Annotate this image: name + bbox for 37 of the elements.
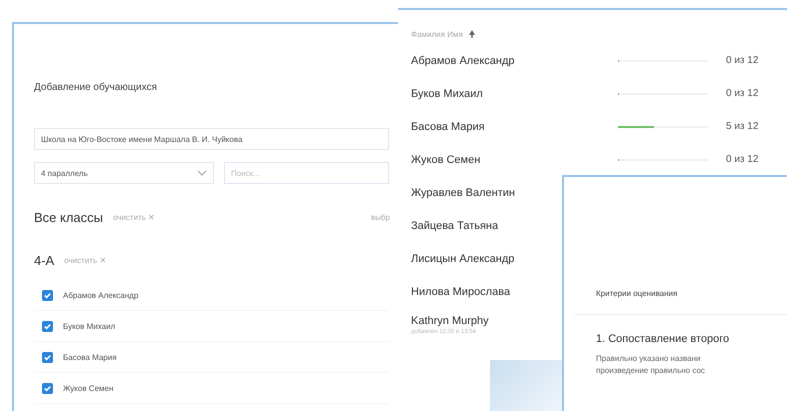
student-name: Нилова Мирослава [411, 286, 510, 298]
student-name: Жуков Семен [63, 384, 114, 392]
student-name: Жуков Семен [411, 154, 480, 166]
student-name: Лисицын Александр [411, 252, 514, 264]
clear-link[interactable]: очистить ✕ [113, 213, 156, 222]
student-name: Басова Мария [63, 352, 117, 362]
student-name: Kathryn Murphy [411, 314, 489, 326]
sort-header[interactable]: Фамилия Имя [411, 30, 463, 38]
checkbox[interactable] [42, 382, 53, 394]
checkbox[interactable] [42, 290, 53, 300]
select-label: выбр [370, 213, 390, 222]
progress-reading: 0 из 12 [726, 154, 758, 165]
progress-reading: 5 из 12 [726, 121, 758, 132]
student-name: Абрамов Александр [411, 54, 514, 66]
chevron-down-icon [197, 170, 207, 176]
student-name: Журавлев Валентин [411, 186, 515, 198]
school-field[interactable]: Школа на Юго-Востоке имени Маршала В. И. Чуйкова [34, 128, 389, 150]
clear-link[interactable]: очистить ✕ [64, 256, 106, 265]
progress-reading: 0 из 12 [726, 55, 758, 66]
student-name: Зайцева Татьяна [411, 220, 498, 232]
student-name: Буков Михаил [411, 88, 483, 100]
checkbox[interactable] [42, 352, 53, 362]
sort-arrow-icon [468, 30, 475, 38]
criterion-title: 1. Сопоставление второго [596, 333, 730, 345]
card-title: Критерии оценивания [574, 289, 787, 315]
student-name: Буков Михаил [63, 322, 116, 330]
criterion-text: Правильно указано названи [596, 353, 702, 365]
section-title: Все классы [34, 210, 104, 225]
class-title: 4-А [34, 253, 54, 268]
student-name: Басова Мария [411, 120, 485, 132]
checkbox[interactable] [42, 320, 53, 332]
criterion-text: произведение правильно сос [596, 365, 706, 377]
search-field[interactable]: Поиск... [224, 162, 389, 184]
grade-select[interactable]: 4 параллель [34, 162, 214, 184]
student-name: Абрамов Александр [63, 290, 138, 300]
progress-reading: 0 из 12 [726, 88, 758, 99]
card-title: Добавление обучающихся [34, 82, 158, 93]
